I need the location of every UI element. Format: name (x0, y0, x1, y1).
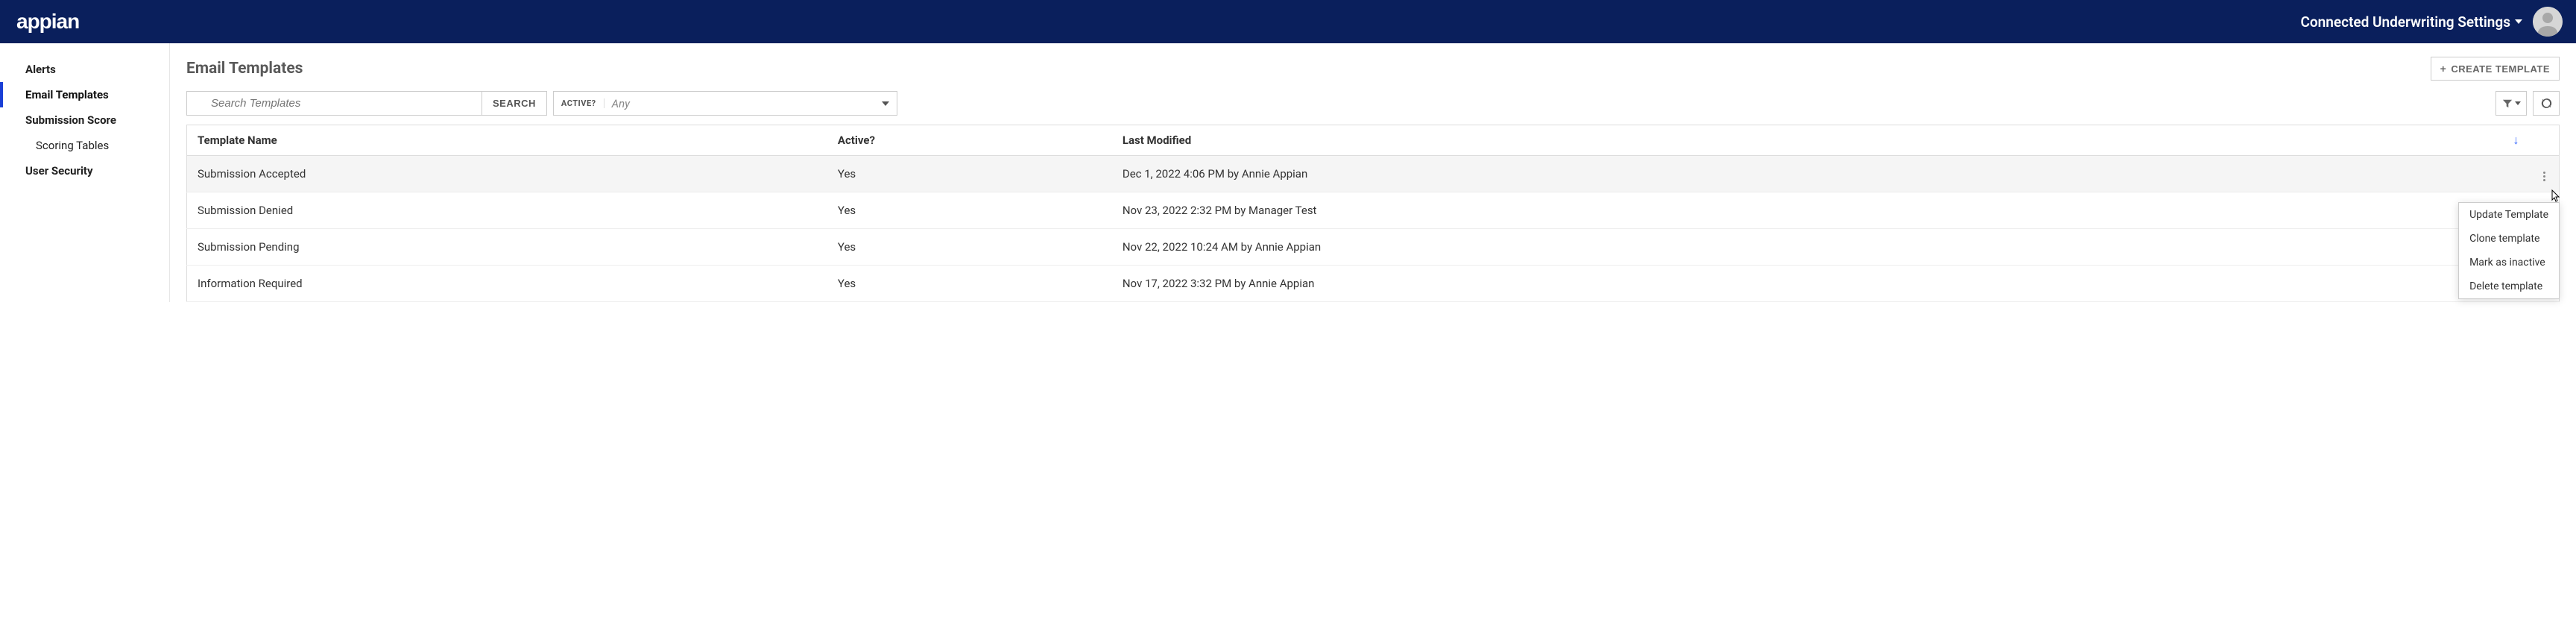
settings-label: Connected Underwriting Settings (2300, 13, 2510, 31)
active-filter-dropdown[interactable]: ACTIVE? Any (553, 91, 897, 116)
refresh-icon (2541, 98, 2552, 109)
chevron-down-icon (2515, 101, 2521, 105)
col-template-name[interactable]: Template Name (187, 125, 827, 156)
col-last-modified-label: Last Modified (1123, 134, 1191, 147)
kebab-icon[interactable] (2540, 169, 2548, 184)
active-filter-label: ACTIVE? (561, 98, 604, 108)
cell-template-name: Submission Accepted (187, 156, 827, 192)
search-button[interactable]: SEARCH (482, 92, 546, 115)
table-row[interactable]: Submission DeniedYesNov 23, 2022 2:32 PM… (187, 192, 2560, 229)
refresh-button[interactable] (2533, 91, 2560, 116)
table-row[interactable]: Submission PendingYesNov 22, 2022 10:24 … (187, 229, 2560, 266)
sidebar-item-user-security[interactable]: User Security (0, 158, 169, 184)
table-row[interactable]: Submission AcceptedYesDec 1, 2022 4:06 P… (187, 156, 2560, 192)
search-input[interactable] (187, 92, 482, 115)
cell-last-modified: Dec 1, 2022 4:06 PM by Annie Appian (1112, 156, 2530, 192)
context-menu-item[interactable]: Update Template (2459, 203, 2559, 227)
avatar-icon (2533, 7, 2563, 37)
col-last-modified[interactable]: Last Modified ↓ (1112, 125, 2530, 156)
create-template-button[interactable]: + CREATE TEMPLATE (2431, 57, 2560, 81)
col-actions (2530, 125, 2560, 156)
cell-active: Yes (827, 192, 1112, 229)
cell-last-modified: Nov 17, 2022 3:32 PM by Annie Appian (1112, 266, 2530, 302)
layout: AlertsEmail TemplatesSubmission ScoreSco… (0, 43, 2576, 302)
logo: appian (16, 10, 79, 34)
context-menu-item[interactable]: Mark as inactive (2459, 251, 2559, 275)
sidebar-item-submission-score[interactable]: Submission Score (0, 107, 169, 133)
cell-active: Yes (827, 266, 1112, 302)
cell-active: Yes (827, 156, 1112, 192)
sidebar-item-scoring-tables[interactable]: Scoring Tables (0, 133, 169, 158)
plus-icon: + (2440, 63, 2447, 75)
avatar[interactable] (2533, 7, 2563, 37)
search-group: SEARCH (186, 91, 547, 116)
create-template-label: CREATE TEMPLATE (2451, 63, 2550, 75)
sidebar-item-alerts[interactable]: Alerts (0, 57, 169, 82)
sidebar-item-email-templates[interactable]: Email Templates (0, 82, 169, 107)
sort-descending-icon: ↓ (2513, 133, 2519, 148)
chevron-down-icon (882, 101, 889, 106)
search-input-wrap (187, 92, 482, 115)
sidebar: AlertsEmail TemplatesSubmission ScoreSco… (0, 43, 170, 302)
cell-template-name: Information Required (187, 266, 827, 302)
active-filter-value: Any (612, 97, 882, 110)
templates-table: Template Name Active? Last Modified ↓ Su… (186, 125, 2560, 302)
settings-dropdown[interactable]: Connected Underwriting Settings (2300, 13, 2522, 31)
cell-last-modified: Nov 23, 2022 2:32 PM by Manager Test (1112, 192, 2530, 229)
page-head: Email Templates + CREATE TEMPLATE (186, 57, 2560, 81)
col-active[interactable]: Active? (827, 125, 1112, 156)
page-title: Email Templates (186, 60, 303, 78)
caret-down-icon (2515, 19, 2522, 24)
cell-last-modified: Nov 22, 2022 10:24 AM by Annie Appian (1112, 229, 2530, 266)
main-content: Email Templates + CREATE TEMPLATE SEARCH… (170, 43, 2576, 302)
funnel-icon (2502, 98, 2513, 109)
context-menu-item[interactable]: Delete template (2459, 275, 2559, 298)
context-menu-item[interactable]: Clone template (2459, 227, 2559, 251)
table-header-row: Template Name Active? Last Modified ↓ (187, 125, 2560, 156)
cell-template-name: Submission Denied (187, 192, 827, 229)
cell-template-name: Submission Pending (187, 229, 827, 266)
cell-active: Yes (827, 229, 1112, 266)
table-row[interactable]: Information RequiredYesNov 17, 2022 3:32… (187, 266, 2560, 302)
filter-row: SEARCH ACTIVE? Any (186, 91, 2560, 116)
cell-actions (2530, 156, 2560, 192)
topbar-right: Connected Underwriting Settings (2300, 7, 2563, 37)
row-context-menu: Update TemplateClone templateMark as ina… (2458, 202, 2560, 299)
top-bar: appian Connected Underwriting Settings (0, 0, 2576, 43)
filter-button[interactable] (2496, 91, 2527, 116)
